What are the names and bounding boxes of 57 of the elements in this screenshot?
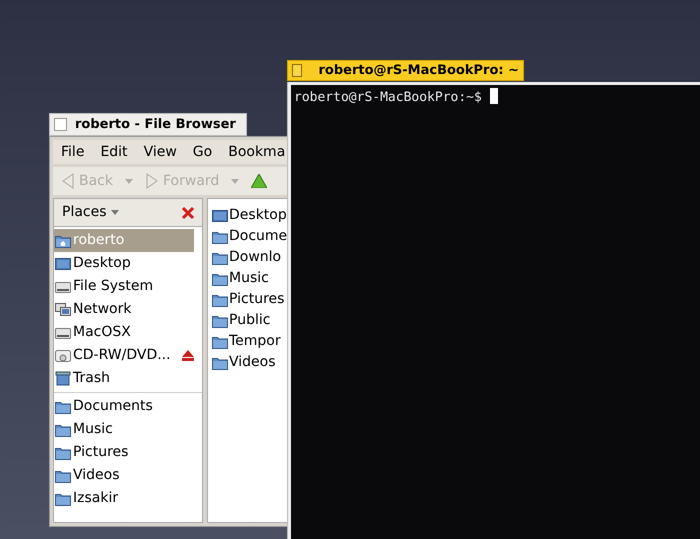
- folder-icon: [55, 400, 71, 414]
- terminal-prompt: roberto@rS-MacBookPro:~$: [294, 89, 482, 107]
- trash-icon: [55, 371, 71, 386]
- folder-icon: [212, 230, 228, 244]
- eject-icon[interactable]: [182, 350, 194, 361]
- desktop-icon: [212, 208, 228, 222]
- folder-icon: [212, 314, 228, 328]
- sidebar-item[interactable]: Music: [54, 418, 202, 441]
- folder-icon: [55, 422, 71, 436]
- desktop-icon: [55, 256, 71, 270]
- menu-item[interactable]: View: [144, 142, 177, 162]
- sidebar-item[interactable]: Videos: [54, 464, 202, 487]
- menu-item[interactable]: Go: [192, 142, 212, 162]
- close-icon[interactable]: [182, 206, 194, 218]
- sidebar-item[interactable]: Pictures: [54, 441, 202, 464]
- dropdown-arrow-icon[interactable]: [231, 178, 240, 184]
- optical-drive-icon: [55, 348, 71, 362]
- window-title: roberto@rS-MacBookPro: ~: [318, 62, 519, 80]
- sidebar-item[interactable]: Desktop: [54, 252, 194, 275]
- drive-icon: [55, 280, 71, 294]
- forward-arrow-icon: [145, 173, 159, 189]
- menu-item[interactable]: Edit: [100, 142, 128, 162]
- menu-item[interactable]: Bookma: [228, 142, 286, 162]
- folder-icon: [212, 250, 228, 264]
- sidebar-item[interactable]: File System: [54, 275, 194, 298]
- folder-item[interactable]: Videos: [212, 352, 280, 373]
- drive-icon: [55, 326, 71, 340]
- folder-icon: [212, 272, 228, 286]
- folder-icon: [212, 334, 228, 348]
- folder-item[interactable]: Pictures: [212, 289, 288, 310]
- network-icon: [55, 302, 71, 316]
- sidebar-item[interactable]: MacOSX: [54, 321, 194, 344]
- folder-icon: [212, 292, 228, 306]
- sidebar-item[interactable]: Izsakir: [54, 487, 202, 510]
- back-arrow-icon: [61, 173, 75, 189]
- window-title: roberto - File Browser: [75, 116, 236, 134]
- folder-icon: [212, 356, 228, 370]
- folder-icon: [55, 492, 71, 506]
- folder-item[interactable]: Docume: [212, 226, 288, 247]
- folder-item[interactable]: Downlo: [212, 247, 286, 268]
- window-menu-icon[interactable]: [54, 118, 67, 131]
- folder-item[interactable]: Tempor: [212, 331, 285, 352]
- folder-item[interactable]: Desktop: [212, 205, 288, 226]
- window-menu-icon[interactable]: [292, 64, 302, 77]
- sidebar-item[interactable]: Documents: [54, 395, 202, 418]
- sidebar-item[interactable]: Trash: [54, 367, 194, 390]
- up-arrow-icon[interactable]: [251, 174, 268, 188]
- sidebar-item[interactable]: Network: [54, 298, 194, 321]
- folder-item[interactable]: Music: [212, 268, 273, 289]
- sidebar-item[interactable]: CD-RW/DVD...: [54, 344, 182, 367]
- folder-icon: [55, 468, 71, 482]
- menu-item[interactable]: File: [61, 142, 84, 162]
- folder-icon: [55, 446, 71, 460]
- cursor: [490, 88, 498, 104]
- folder-item[interactable]: Public: [212, 310, 274, 331]
- dropdown-arrow-icon[interactable]: [125, 178, 133, 184]
- caret-icon: [110, 210, 119, 215]
